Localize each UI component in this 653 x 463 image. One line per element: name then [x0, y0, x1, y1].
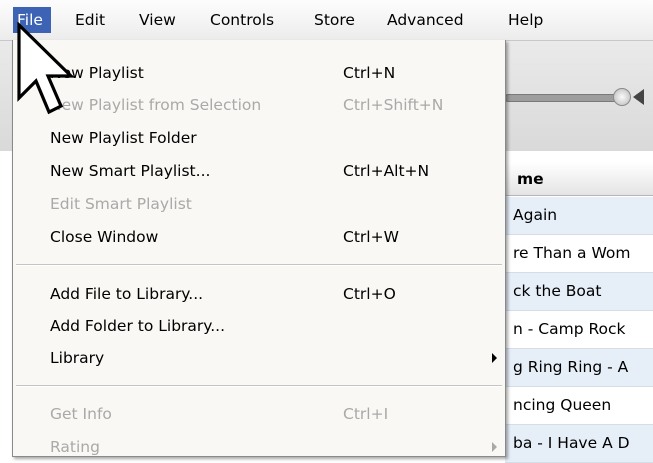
menu-item-edit-smart-playlist: Edit Smart Playlist: [13, 188, 505, 220]
menu-item-label: New Playlist from Selection: [50, 96, 262, 114]
menu-item-get-info: Get Info Ctrl+I: [13, 398, 505, 430]
song-row[interactable]: ncing Queen: [505, 387, 653, 425]
file-menu-dropdown: New Playlist Ctrl+N New Playlist from Se…: [12, 40, 506, 457]
menu-store[interactable]: Store: [307, 7, 362, 33]
menu-item-shortcut: Ctrl+I: [343, 405, 389, 423]
menu-item-shortcut: Ctrl+Alt+N: [343, 162, 430, 180]
column-header-name[interactable]: me: [505, 162, 653, 196]
menu-item-new-playlist[interactable]: New Playlist Ctrl+N: [13, 57, 505, 89]
menu-separator: [16, 385, 502, 387]
menu-help[interactable]: Help: [501, 7, 550, 33]
menu-separator: [16, 264, 502, 266]
speaker-icon[interactable]: [633, 89, 644, 105]
menu-item-label: New Playlist Folder: [50, 129, 197, 147]
song-list: Again re Than a Wom ck the Boat n - Camp…: [505, 197, 653, 463]
menu-item-shortcut: Ctrl+O: [343, 285, 396, 303]
chevron-right-icon: [492, 353, 497, 363]
menu-item-shortcut: Ctrl+N: [343, 64, 396, 82]
menu-item-label: Edit Smart Playlist: [50, 195, 192, 213]
song-row[interactable]: ba - I Have A D: [505, 425, 653, 463]
menu-item-label: Add File to Library...: [50, 285, 204, 303]
song-row[interactable]: re Than a Wom: [505, 235, 653, 273]
menu-item-library[interactable]: Library: [13, 342, 505, 374]
song-row[interactable]: n - Camp Rock: [505, 311, 653, 349]
menu-item-label: New Smart Playlist...: [50, 162, 211, 180]
menu-item-label: Add Folder to Library...: [50, 317, 226, 335]
menu-item-label: Close Window: [50, 228, 159, 246]
chevron-right-icon: [492, 442, 497, 452]
song-row[interactable]: Again: [505, 197, 653, 235]
volume-slider[interactable]: [505, 94, 617, 102]
arrow-cursor-icon: [17, 22, 75, 115]
menu-item-shortcut: Ctrl+Shift+N: [343, 96, 444, 114]
menu-item-new-smart-playlist[interactable]: New Smart Playlist... Ctrl+Alt+N: [13, 155, 505, 187]
menu-view[interactable]: View: [132, 7, 183, 33]
menu-item-label: Get Info: [50, 405, 112, 423]
volume-knob[interactable]: [613, 88, 631, 106]
menu-item-new-playlist-from-selection: New Playlist from Selection Ctrl+Shift+N: [13, 89, 505, 121]
menu-controls[interactable]: Controls: [203, 7, 281, 33]
menu-item-shortcut: Ctrl+W: [343, 228, 399, 246]
menu-bar: File Edit View Controls Store Advanced H…: [0, 0, 653, 41]
menu-advanced[interactable]: Advanced: [380, 7, 471, 33]
menu-item-new-playlist-folder[interactable]: New Playlist Folder: [13, 122, 505, 154]
menu-item-add-file-to-library[interactable]: Add File to Library... Ctrl+O: [13, 278, 505, 310]
song-row[interactable]: g Ring Ring - A: [505, 349, 653, 387]
menu-item-add-folder-to-library[interactable]: Add Folder to Library...: [13, 310, 505, 342]
menu-item-close-window[interactable]: Close Window Ctrl+W: [13, 221, 505, 253]
menu-item-rating: Rating: [13, 431, 505, 463]
menu-item-label: Rating: [50, 438, 100, 456]
song-row[interactable]: ck the Boat: [505, 273, 653, 311]
menu-item-label: Library: [50, 349, 105, 367]
